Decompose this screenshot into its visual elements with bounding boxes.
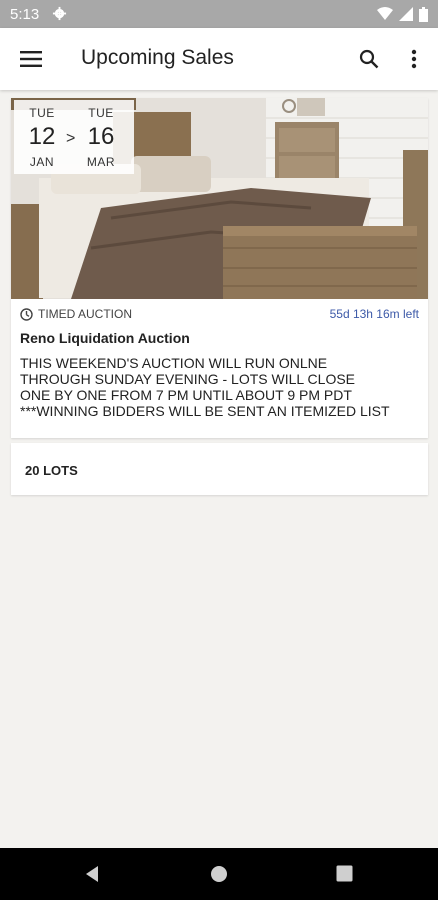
start-date: TUE 12 JAN <box>22 106 62 169</box>
auction-type-label: TIMED AUCTION <box>38 307 133 321</box>
description-line: THIS WEEKEND'S AUCTION WILL RUN ONLNE <box>20 355 328 371</box>
sale-card[interactable]: TUE 12 JAN > TUE 16 MAR TIMED AUCTION 55… <box>11 98 428 438</box>
menu-button[interactable] <box>12 42 50 76</box>
end-date: TUE 16 MAR <box>81 106 121 169</box>
battery-icon <box>419 6 428 22</box>
app-bar: Upcoming Sales <box>0 28 438 90</box>
system-nav-bar <box>0 848 438 900</box>
signal-icon <box>399 7 413 21</box>
description-line: ONE BY ONE FROM 7 PM UNTIL ABOUT 9 PM PD… <box>20 387 352 403</box>
clock-icon <box>20 307 33 321</box>
start-day-of-week: TUE <box>29 106 55 120</box>
end-day: 16 <box>87 123 115 150</box>
description-line: ***WINNING BIDDERS WILL BE SENT AN ITEMI… <box>20 403 390 419</box>
settings-gear-icon <box>52 6 67 21</box>
search-button[interactable] <box>352 42 386 76</box>
status-bar: 5:13 <box>0 0 438 28</box>
lots-card[interactable]: 20 LOTS <box>11 443 428 495</box>
lots-count: 20 LOTS <box>25 463 78 478</box>
start-day: 12 <box>28 123 56 150</box>
date-range-badge: TUE 12 JAN > TUE 16 MAR <box>14 100 134 174</box>
back-icon[interactable] <box>84 865 100 883</box>
sale-description: THIS WEEKEND'S AUCTION WILL RUN ONLNE TH… <box>20 355 420 419</box>
end-month: MAR <box>86 155 116 169</box>
home-icon[interactable] <box>210 865 228 883</box>
sale-image: TUE 12 JAN > TUE 16 MAR <box>11 98 428 299</box>
time-left: 55d 13h 16m left <box>329 307 419 321</box>
status-time: 5:13 <box>10 6 40 23</box>
description-line: THROUGH SUNDAY EVENING - LOTS WILL CLOSE <box>20 371 356 387</box>
start-month: JAN <box>29 155 55 169</box>
search-icon <box>359 49 379 69</box>
page-title: Upcoming Sales <box>81 46 234 69</box>
auction-type: TIMED AUCTION <box>20 307 132 321</box>
recent-apps-icon[interactable] <box>336 865 353 882</box>
end-day-of-week: TUE <box>88 106 114 120</box>
more-vert-icon <box>411 49 417 69</box>
wifi-icon <box>377 7 393 20</box>
status-icons <box>377 6 428 22</box>
more-options-button[interactable] <box>400 42 428 76</box>
menu-icon <box>20 51 42 67</box>
date-range-arrow: > <box>66 130 76 147</box>
sale-title[interactable]: Reno Liquidation Auction <box>20 330 190 346</box>
